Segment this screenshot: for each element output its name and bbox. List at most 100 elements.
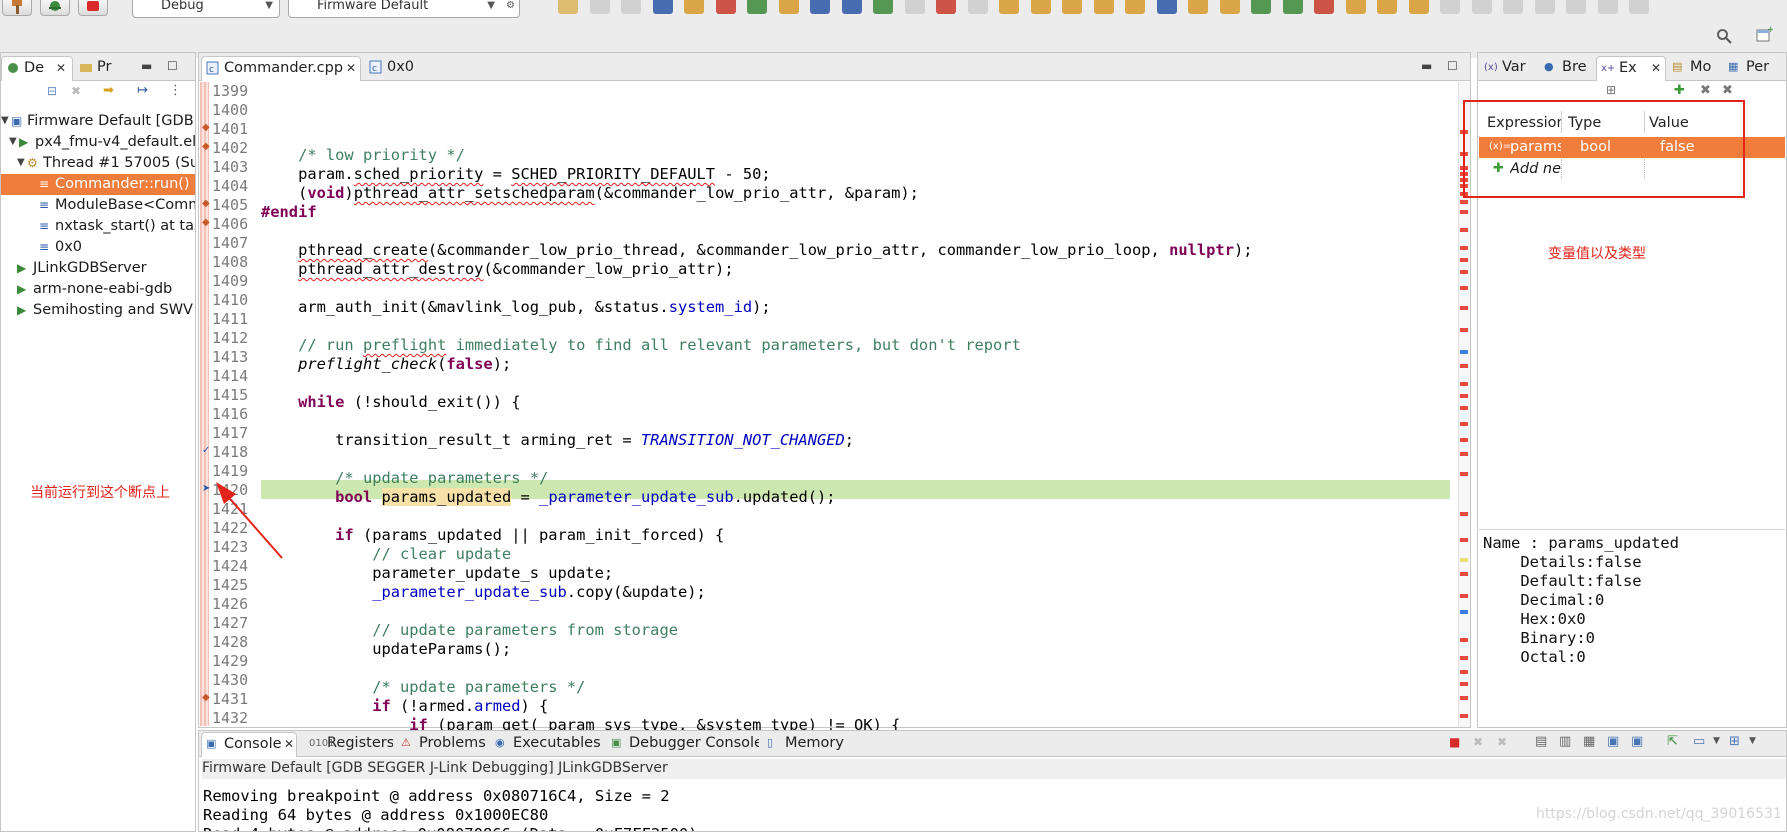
word-wrap-icon[interactable]: ▦ (1583, 734, 1595, 749)
tab-executables[interactable]: ◉ Executables (491, 732, 605, 757)
collapse-all-icon[interactable]: ⊟ (47, 84, 57, 98)
line-number[interactable]: 1413 (212, 348, 252, 367)
overview-marker[interactable] (1460, 452, 1468, 456)
toolbar-action-icon[interactable] (1345, 0, 1366, 14)
toolbar-action-icon[interactable] (652, 0, 673, 14)
maximize-icon[interactable]: ☐ (1447, 59, 1458, 73)
toolbar-action-icon[interactable] (1062, 0, 1082, 14)
overview-marker[interactable] (1460, 258, 1468, 262)
show-on-output-icon[interactable]: ▣ (1607, 734, 1619, 749)
overview-marker[interactable] (1460, 394, 1468, 398)
debug-tree-item[interactable]: ≡ nxtask_start() at task_start.c (1, 216, 195, 237)
toolbar-action-icon[interactable] (1471, 0, 1492, 14)
tab-peripherals[interactable]: ▦ Per (1724, 56, 1786, 81)
toolbar-action-icon[interactable] (715, 0, 736, 14)
toolbar-action-icon[interactable] (1093, 0, 1114, 14)
debug-tree-item[interactable]: ≡ 0x0 (1, 237, 195, 258)
minimize-icon[interactable]: ▬ (141, 59, 152, 73)
launch-mode-combo[interactable]: Debug ▼ (132, 0, 280, 18)
code-line-1413[interactable]: while (!should_exit()) { (261, 393, 520, 412)
overview-marker[interactable] (1460, 306, 1468, 310)
close-icon[interactable]: ✕ (346, 57, 356, 79)
line-number[interactable]: 1431 (212, 690, 252, 709)
toolbar-action-icon[interactable] (1440, 0, 1460, 14)
tab-debug[interactable]: De ✕ (1, 56, 73, 81)
code-line-1415[interactable]: transition_result_t arming_ret = TRANSIT… (261, 431, 854, 450)
toolbar-action-icon[interactable] (684, 0, 704, 14)
tab-breakpoints[interactable]: ● Bre (1540, 56, 1596, 81)
toolbar-action-icon[interactable] (999, 0, 1019, 14)
toolbar-action-icon[interactable] (1125, 0, 1145, 14)
overview-marker[interactable] (1460, 714, 1468, 718)
code-line-1411[interactable]: preflight_check(false); (261, 355, 511, 374)
line-number[interactable]: 1408 (212, 253, 252, 272)
overview-marker[interactable] (1460, 682, 1468, 686)
code-line-1405[interactable]: pthread_create(&commander_low_prio_threa… (261, 241, 1252, 260)
code-line-1410[interactable]: // run preflight immediately to find all… (261, 336, 1021, 355)
debug-tree-item[interactable]: ≡ Commander::run() at Commander.cpp (1, 174, 195, 195)
show-on-error-icon[interactable]: ▣ (1631, 734, 1643, 749)
line-number[interactable]: 1414 (212, 367, 252, 386)
scroll-lock-icon[interactable]: ▥ (1559, 734, 1571, 749)
line-number[interactable]: 1415 (212, 386, 252, 405)
maximize-icon[interactable]: ☐ (167, 59, 178, 73)
debug-tree-item[interactable]: ▶ JLinkGDBServer (1, 258, 195, 279)
debug-button[interactable] (40, 0, 70, 16)
close-icon[interactable]: ✕ (56, 57, 66, 79)
toolbar-action-icon[interactable] (1282, 0, 1303, 14)
line-number[interactable]: 1425 (212, 576, 252, 595)
toolbar-action-icon[interactable] (1597, 0, 1618, 14)
view-menu-icon[interactable]: ⋮ (169, 83, 182, 98)
line-number[interactable]: 1407 (212, 234, 252, 253)
toolbar-action-icon[interactable] (778, 0, 799, 14)
line-number[interactable]: 1399 (212, 82, 252, 101)
code-line-1418[interactable]: bool params_updated = _parameter_update_… (261, 488, 836, 507)
debug-tree-item[interactable]: ▼⚙ Thread #1 57005 (Suspended : Breakpoin… (1, 153, 195, 174)
line-number[interactable]: 1430 (212, 671, 252, 690)
line-number[interactable]: 1403 (212, 158, 252, 177)
toolbar-action-icon[interactable] (841, 0, 862, 14)
overview-marker[interactable] (1460, 364, 1468, 368)
toolbar-action-icon[interactable] (1566, 0, 1586, 14)
remove-terminated-icon[interactable]: ✖ (71, 84, 81, 98)
overview-marker[interactable] (1460, 538, 1468, 542)
overview-marker[interactable] (1460, 422, 1468, 426)
tab-expressions[interactable]: x+ Ex ✕ (1596, 56, 1666, 81)
toolbar-action-icon[interactable] (1030, 0, 1051, 14)
overview-marker[interactable] (1460, 406, 1468, 410)
code-line-1421[interactable]: // clear update (261, 545, 511, 564)
overview-marker[interactable] (1460, 572, 1468, 576)
line-number[interactable]: 1426 (212, 595, 252, 614)
toolbar-action-icon[interactable] (558, 0, 578, 14)
code-line-1423[interactable]: _parameter_update_sub.copy(&update); (261, 583, 706, 602)
toolbar-action-icon[interactable] (1629, 0, 1649, 14)
code-line-1429[interactable]: if (!armed.armed) { (261, 697, 548, 716)
toolbar-action-icon[interactable] (1503, 0, 1523, 14)
toolbar-action-icon[interactable] (967, 0, 988, 14)
overview-marker[interactable] (1460, 558, 1468, 562)
overview-marker[interactable] (1460, 638, 1468, 642)
overview-marker[interactable] (1460, 438, 1468, 442)
overview-marker[interactable] (1460, 286, 1468, 290)
overview-marker[interactable] (1460, 246, 1468, 250)
line-number[interactable]: 1404 (212, 177, 252, 196)
build-button[interactable] (2, 0, 32, 16)
close-icon[interactable]: ✕ (1651, 57, 1661, 79)
code-line-1425[interactable]: // update parameters from storage (261, 621, 678, 640)
line-number[interactable]: 1417 (212, 424, 252, 443)
toolbar-action-icon[interactable] (1251, 0, 1271, 14)
overview-marker[interactable] (1460, 382, 1468, 386)
minimize-icon[interactable]: ▬ (1421, 59, 1432, 73)
tab-registers[interactable]: 0101 Registers (305, 732, 393, 757)
remove-all-icon[interactable]: ✖ (1722, 83, 1733, 98)
overview-marker[interactable] (1460, 512, 1468, 516)
line-number[interactable]: 1416 (212, 405, 252, 424)
warning-marker-icon[interactable]: ◆ (202, 217, 214, 229)
tab-debugger-console[interactable]: ▣ Debugger Console (607, 732, 759, 757)
add-expression-icon[interactable]: ✚ (1674, 83, 1685, 98)
line-number[interactable]: 1410 (212, 291, 252, 310)
warning-marker-icon[interactable]: ◆ (202, 122, 214, 134)
overview-marker[interactable] (1460, 328, 1468, 332)
tab-project-explorer[interactable]: Pr (75, 56, 131, 81)
line-number[interactable]: 1405 (212, 196, 252, 215)
